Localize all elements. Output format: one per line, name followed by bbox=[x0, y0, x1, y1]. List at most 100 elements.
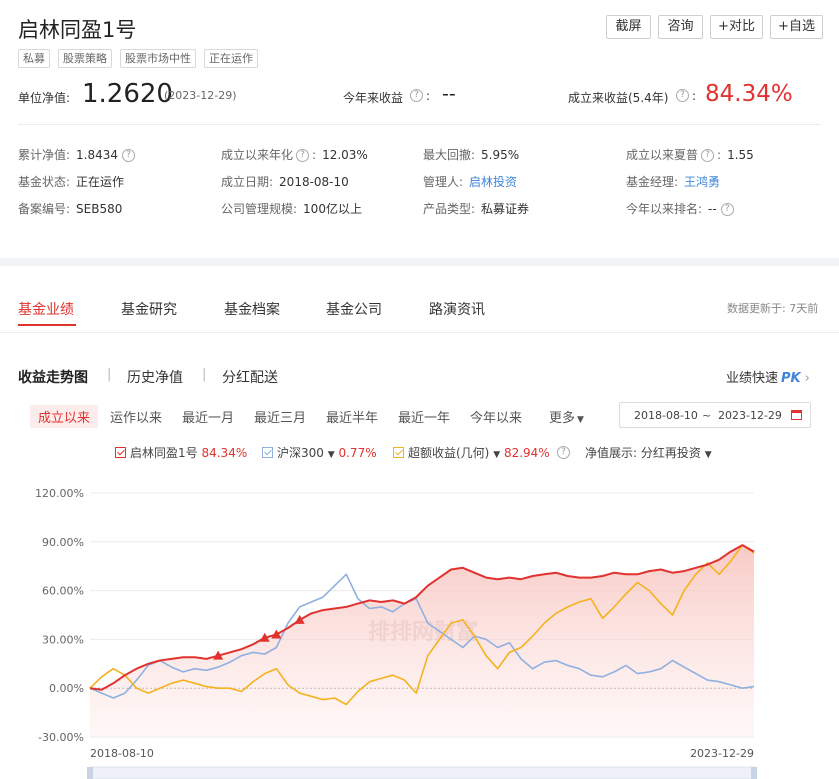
pk-label: 业绩快速 bbox=[726, 371, 779, 386]
info-cell: 最大回撤: 5.95% bbox=[423, 146, 519, 163]
legend-fund-value: 84.34% bbox=[201, 446, 248, 460]
info-cell: 产品类型: 私募证券 bbox=[423, 200, 529, 217]
help-icon[interactable]: ? bbox=[410, 89, 423, 102]
subtab-return-trend[interactable]: 收益走势图 bbox=[18, 367, 88, 387]
chevron-right-icon: › bbox=[804, 371, 810, 386]
period-since-operation[interactable]: 运作以来 bbox=[110, 407, 162, 426]
info-value: -- bbox=[708, 202, 717, 216]
help-icon[interactable]: ? bbox=[720, 203, 734, 216]
legend-fund-name: 启林同盈1号 bbox=[130, 446, 198, 460]
tab-company[interactable]: 基金公司 bbox=[326, 299, 382, 319]
date-range-picker[interactable]: 2018-08-10 ~ 2023-12-29 bbox=[619, 402, 811, 428]
tab-performance[interactable]: 基金业绩 bbox=[18, 299, 74, 319]
period-1y[interactable]: 最近一年 bbox=[398, 407, 450, 426]
period-more[interactable]: 更多 ▼ bbox=[549, 407, 584, 426]
tag-market-neutral: 股票市场中性 bbox=[120, 49, 196, 68]
info-label: 管理人: bbox=[423, 175, 464, 189]
unit-nav-value: 1.2620 bbox=[82, 79, 173, 109]
legend-hs300-value: 0.77% bbox=[338, 446, 377, 460]
since-inception-label: 成立来收益(5.4年) bbox=[568, 91, 669, 105]
date-end: 2023-12-29 bbox=[718, 409, 782, 422]
active-tab-indicator bbox=[18, 324, 76, 326]
info-value: 2018-08-10 bbox=[279, 175, 349, 189]
help-icon[interactable]: ? bbox=[676, 89, 689, 102]
checkbox-icon bbox=[393, 447, 404, 458]
legend-excess[interactable]: 超额收益(几何) ▼ 82.94% bbox=[393, 444, 550, 461]
y-tick-label: 30.00% bbox=[42, 633, 84, 646]
nav-display-label: 净值展示: bbox=[585, 446, 638, 460]
info-cell: 成立以来年化?:12.03% bbox=[221, 148, 368, 162]
pk-link[interactable]: 业绩快速 PK › bbox=[726, 367, 810, 386]
unit-nav-label: 单位净值: bbox=[18, 91, 71, 105]
info-value: 100亿以上 bbox=[303, 202, 362, 216]
tab-profile[interactable]: 基金档案 bbox=[224, 299, 280, 319]
watchlist-button[interactable]: +自选 bbox=[770, 15, 823, 39]
caret-down-icon: ▼ bbox=[577, 415, 584, 425]
caret-down-icon: ▼ bbox=[493, 450, 501, 460]
subtab-history-nav[interactable]: 历史净值 bbox=[127, 367, 183, 387]
legend-hs300-name: 沪深300 bbox=[277, 446, 324, 460]
info-label: 今年以来排名: bbox=[626, 202, 703, 216]
update-note: 数据更新于: 7天前 bbox=[727, 302, 819, 315]
info-value: SEB580 bbox=[76, 202, 123, 216]
period-3m[interactable]: 最近三月 bbox=[254, 407, 306, 426]
info-value[interactable]: 王鸿勇 bbox=[684, 175, 720, 189]
fund-summary-card: 启林同盈1号 私募 股票策略 股票市场中性 正在运作 截屏 咨询 +对比 +自选… bbox=[0, 0, 839, 258]
info-value: 5.95% bbox=[481, 148, 520, 162]
period-6m[interactable]: 最近半年 bbox=[326, 407, 378, 426]
checkbox-icon bbox=[115, 447, 126, 458]
legend-hs300[interactable]: 沪深300 ▼ 0.77% bbox=[262, 444, 377, 461]
info-label: 基金状态: bbox=[18, 175, 71, 189]
checkbox-icon bbox=[262, 447, 273, 458]
period-1m[interactable]: 最近一月 bbox=[182, 407, 234, 426]
ytd-value: -- bbox=[442, 83, 456, 105]
y-tick-label: -30.00% bbox=[38, 731, 84, 744]
tab-research[interactable]: 基金研究 bbox=[121, 299, 177, 319]
info-value[interactable]: 启林投资 bbox=[469, 175, 517, 189]
help-icon[interactable]: ? bbox=[557, 446, 570, 459]
performance-card: 基金业绩 基金研究 基金档案 基金公司 路演资讯 数据更新于: 7天前 收益走势… bbox=[0, 266, 839, 779]
subtab-dividend[interactable]: 分红配送 bbox=[222, 367, 278, 387]
period-ytd[interactable]: 今年以来 bbox=[470, 407, 522, 426]
legend-excess-name: 超额收益(几何) bbox=[408, 446, 490, 460]
legend-excess-value: 82.94% bbox=[503, 446, 550, 460]
consult-button[interactable]: 咨询 bbox=[658, 15, 703, 39]
y-tick-label: 60.00% bbox=[42, 585, 84, 598]
screenshot-button[interactable]: 截屏 bbox=[606, 15, 651, 39]
info-cell: 累计净值: 1.8434? bbox=[18, 146, 136, 163]
divider bbox=[0, 332, 839, 333]
period-more-label: 更多 bbox=[549, 411, 576, 426]
info-cell: 管理人: 启林投资 bbox=[423, 173, 517, 190]
help-icon[interactable]: ? bbox=[122, 149, 136, 162]
info-label: 产品类型: bbox=[423, 202, 476, 216]
caret-down-icon: ▼ bbox=[327, 450, 335, 460]
period-since-inception[interactable]: 成立以来 bbox=[30, 405, 99, 428]
compare-button[interactable]: +对比 bbox=[710, 15, 763, 39]
help-icon[interactable]: ? bbox=[296, 149, 310, 162]
info-cell: 今年以来排名: --? bbox=[626, 200, 734, 217]
fund-title: 启林同盈1号 bbox=[18, 18, 137, 42]
unit-nav-date: (2023-12-29) bbox=[164, 89, 237, 102]
help-icon[interactable]: ? bbox=[701, 149, 715, 162]
y-tick-label: 90.00% bbox=[42, 536, 84, 549]
tag-stock-strategy: 股票策略 bbox=[58, 49, 112, 68]
date-sep: ~ bbox=[702, 409, 712, 422]
info-label: 累计净值: bbox=[18, 148, 71, 162]
tab-roadshow[interactable]: 路演资讯 bbox=[429, 299, 485, 319]
info-value: 1.8434 bbox=[76, 148, 119, 162]
info-value: 正在运作 bbox=[76, 175, 125, 189]
since-inception-value: 84.34% bbox=[705, 81, 793, 107]
info-label: 基金经理: bbox=[626, 175, 679, 189]
nav-display-value: 分红再投资 bbox=[640, 446, 701, 460]
x-end-label: 2023-12-29 bbox=[690, 747, 754, 760]
pk-badge: PK bbox=[781, 371, 801, 386]
tag-status: 正在运作 bbox=[204, 49, 258, 68]
legend-fund[interactable]: 启林同盈1号 84.34% bbox=[115, 444, 247, 461]
info-label: 公司管理规模: bbox=[221, 202, 298, 216]
divider bbox=[18, 124, 821, 125]
nav-display-select[interactable]: 净值展示: 分红再投资 ▼ bbox=[585, 444, 712, 461]
info-label: 备案编号: bbox=[18, 202, 71, 216]
info-cell: 基金状态: 正在运作 bbox=[18, 173, 124, 190]
return-chart[interactable]: 排排网财富 120.00% 90.00% 60.00% 30.00% 0.00% -30.… bbox=[0, 471, 839, 779]
ytd-label: 今年来收益 bbox=[343, 91, 404, 105]
